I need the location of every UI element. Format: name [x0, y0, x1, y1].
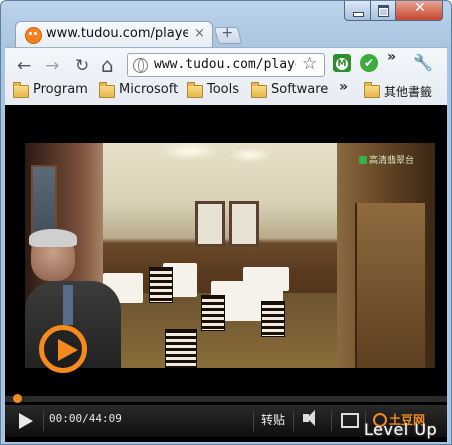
close-window-icon: ✕ [414, 0, 426, 16]
video-scene-door [355, 203, 425, 368]
tudou-favicon-icon [25, 27, 42, 44]
browser-window: ✕ www.tudou.com/player... × + ← → ↻ ⌂ ww… [0, 0, 452, 445]
divider [331, 411, 332, 431]
tab-close-icon[interactable]: × [194, 26, 205, 41]
folder-icon [99, 82, 115, 98]
window-frame: ✕ www.tudou.com/player... × + ← → ↻ ⌂ ww… [0, 0, 452, 445]
video-frame[interactable]: 高清翡翠台 [25, 143, 435, 368]
progress-bar[interactable] [5, 394, 447, 403]
bookmark-label: Program [33, 82, 88, 97]
tab-title: www.tudou.com/player... [46, 26, 188, 41]
video-scene-table [243, 267, 289, 291]
bookmark-label: Tools [207, 82, 240, 97]
bookmark-label: 其他書籤 [384, 85, 433, 99]
bookmark-label: Software [271, 82, 329, 97]
extension-m-button[interactable]: M [333, 54, 351, 72]
video-scene-chair [261, 301, 285, 337]
url-text: www.tudou.com/playe [154, 57, 296, 72]
big-play-button[interactable] [39, 325, 87, 373]
bookmark-label: Microsoft [119, 82, 179, 97]
video-scene-picture [195, 201, 225, 247]
video-scene-chair [165, 329, 197, 368]
share-button[interactable]: 转贴 [261, 411, 285, 428]
forward-icon[interactable]: → [45, 56, 59, 76]
video-scene-tie [63, 285, 73, 325]
watermark: Level Up [364, 420, 438, 439]
maximize-button[interactable] [370, 1, 397, 21]
bookmark-star-icon[interactable]: ☆ [302, 54, 317, 74]
wrench-menu-icon[interactable]: 🔧 [413, 53, 433, 72]
divider [43, 411, 44, 431]
video-scene-person-hair [29, 229, 77, 247]
fullscreen-icon[interactable] [341, 413, 359, 428]
channel-logo-icon [359, 156, 367, 164]
extensions-overflow-chevron[interactable]: » [387, 49, 396, 65]
divider [253, 411, 254, 431]
page-content: 高清翡翠台 00:00/44:09 转贴 土豆网 [5, 105, 447, 442]
video-scene-chair [201, 295, 225, 331]
plus-icon: + [221, 25, 234, 41]
folder-icon [187, 82, 203, 98]
new-tab-button[interactable]: + [213, 25, 243, 44]
folder-icon [13, 82, 29, 98]
reload-icon[interactable]: ↻ [75, 56, 89, 76]
bookmarks-overflow-chevron[interactable]: » [339, 79, 348, 95]
close-window-button[interactable]: ✕ [395, 1, 443, 21]
extension-check-icon[interactable]: ✔ [360, 54, 378, 72]
volume-icon[interactable] [303, 410, 315, 426]
video-scene-picture [229, 201, 259, 247]
extension-m-icon: M [336, 58, 348, 70]
time-display: 00:00/44:09 [49, 412, 122, 425]
channel-logo-text: 高清翡翠台 [369, 156, 415, 166]
folder-icon [251, 82, 267, 98]
folder-icon [364, 82, 380, 98]
address-bar[interactable]: www.tudou.com/playe ☆ [127, 53, 325, 77]
back-icon[interactable]: ← [17, 56, 31, 76]
browser-tab[interactable]: www.tudou.com/player... × [15, 21, 213, 48]
minimize-button[interactable] [344, 1, 372, 21]
channel-logo: 高清翡翠台 [359, 153, 414, 166]
divider [293, 411, 294, 431]
progress-knob[interactable] [13, 394, 22, 403]
home-icon[interactable]: ⌂ [101, 53, 114, 77]
globe-icon [133, 58, 148, 73]
video-scene-chair [149, 267, 173, 303]
play-icon[interactable] [19, 413, 33, 429]
